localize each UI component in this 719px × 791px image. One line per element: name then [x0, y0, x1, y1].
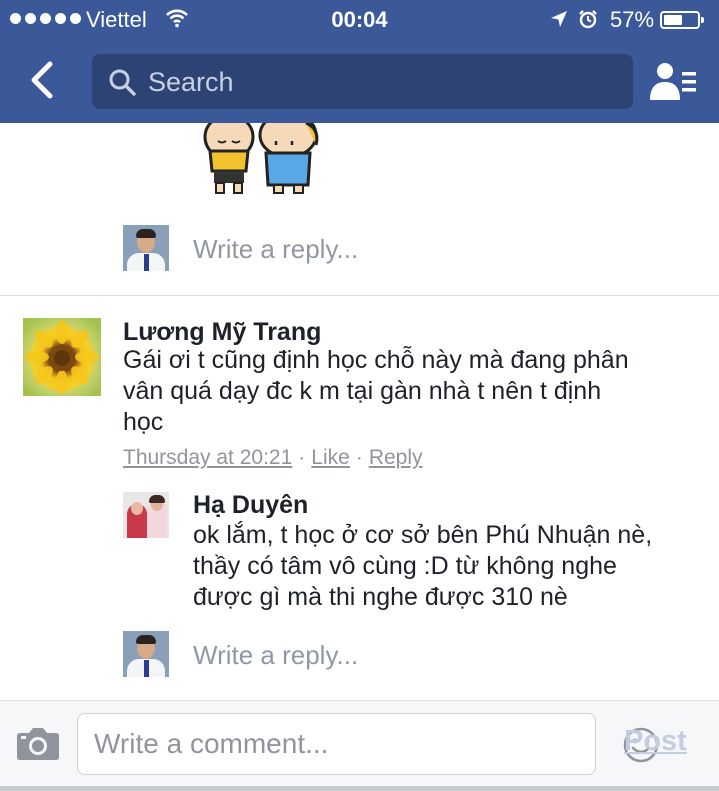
camera-icon [17, 728, 59, 760]
comment-input[interactable]: Write a comment... [77, 713, 659, 775]
battery-percentage: 57% [610, 7, 655, 32]
battery-tip [701, 17, 704, 23]
comment-placeholder: Write a comment... [94, 728, 329, 759]
current-user-avatar[interactable] [123, 225, 169, 271]
like-link[interactable]: Like [311, 446, 350, 469]
comment-timestamp[interactable]: Thursday at 20:21 [123, 446, 292, 469]
comment-author[interactable]: Lương Mỹ Trang [123, 318, 321, 347]
reply-author[interactable]: Hạ Duyên [193, 491, 308, 520]
camera-button[interactable] [16, 725, 60, 761]
alarm-icon [579, 10, 597, 29]
friend-list-button[interactable] [648, 60, 698, 102]
commenter-avatar[interactable] [23, 318, 101, 396]
meta-separator: · [355, 446, 363, 469]
top-bar: Viettel 00:04 57% Search [0, 0, 719, 123]
comment-meta: Thursday at 20:21 · Like · Reply [123, 446, 423, 470]
reply-link[interactable]: Reply [369, 446, 423, 469]
search-input[interactable]: Search [92, 54, 633, 109]
location-arrow-icon [551, 11, 567, 27]
chevron-left-icon [31, 61, 53, 99]
reply-input[interactable]: Write a reply... [193, 234, 358, 265]
search-icon [109, 69, 136, 96]
battery-fill [664, 15, 683, 25]
meta-separator: · [298, 446, 306, 469]
keyboard-edge [0, 786, 719, 791]
comment-text: Gái ơi t cũng định học chỗ này mà đang p… [123, 346, 629, 436]
post-button[interactable]: Post [624, 725, 687, 758]
battery-icon [660, 11, 704, 29]
reply-author-avatar[interactable] [123, 492, 169, 538]
status-bar: Viettel 00:04 57% [0, 0, 719, 40]
reply-input[interactable]: Write a reply... [193, 640, 358, 671]
search-placeholder: Search [148, 67, 234, 97]
reply-text: ok lắm, t học ở cơ sở bên Phú Nhuận nè, … [193, 521, 653, 611]
sticker-image [196, 123, 330, 195]
back-button[interactable] [26, 60, 58, 100]
friend-list-icon [650, 63, 696, 100]
comment-divider [0, 295, 719, 296]
comment-composer: Write a comment... Post [0, 700, 719, 786]
current-user-avatar[interactable] [123, 631, 169, 677]
